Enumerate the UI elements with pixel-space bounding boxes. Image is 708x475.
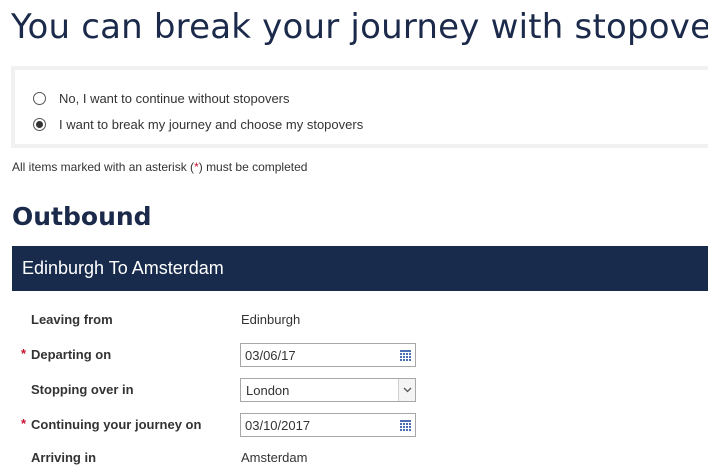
arriving-in-row: Arriving in Amsterdam (12, 446, 708, 470)
stopping-over-label: Stopping over in (31, 382, 134, 397)
continuing-on-label: Continuing your journey on (31, 417, 202, 432)
outbound-section-title: Outbound (12, 202, 152, 231)
radio-selected-dot (36, 120, 43, 128)
stopping-over-row: Stopping over in London (12, 378, 708, 402)
continuing-on-date-field[interactable] (240, 413, 416, 437)
continuing-on-input[interactable] (245, 417, 385, 433)
stopover-options-box: No, I want to continue without stopovers… (11, 66, 708, 148)
required-asterisk: * (21, 416, 27, 431)
calendar-icon[interactable] (400, 420, 411, 431)
departing-on-input[interactable] (245, 347, 385, 363)
chevron-down-icon[interactable] (398, 379, 415, 401)
arriving-in-label: Arriving in (31, 450, 97, 465)
stopover-city-select[interactable]: London (240, 378, 416, 402)
departing-on-label: Departing on (31, 347, 112, 362)
required-note-text-start: All items marked with an asterisk ( (12, 160, 195, 174)
radio-label-choose-stopovers[interactable]: I want to break my journey and choose my… (59, 117, 363, 132)
required-asterisk: * (21, 346, 27, 361)
stopover-city-selected: London (246, 382, 290, 398)
arriving-in-value: Amsterdam (241, 450, 308, 465)
radio-label-no-stopovers[interactable]: No, I want to continue without stopovers (59, 91, 290, 106)
calendar-icon[interactable] (400, 350, 411, 361)
radio-button-no-stopovers[interactable] (33, 91, 46, 105)
outbound-form-panel: Leaving from Edinburgh * Departing on St… (12, 291, 708, 475)
required-note-text-end: ) must be completed (198, 160, 308, 174)
leaving-from-value: Edinburgh (241, 312, 301, 327)
continuing-on-row: * Continuing your journey on (12, 413, 708, 437)
radio-option-no-stopovers[interactable]: No, I want to continue without stopovers (33, 89, 290, 107)
required-fields-note: All items marked with an asterisk (*) mu… (12, 160, 307, 174)
route-header-bar: Edinburgh To Amsterdam (12, 246, 708, 291)
route-title: Edinburgh To Amsterdam (22, 258, 224, 278)
leaving-from-row: Leaving from Edinburgh (12, 308, 708, 332)
radio-option-choose-stopovers[interactable]: I want to break my journey and choose my… (33, 115, 363, 133)
radio-button-choose-stopovers[interactable] (33, 117, 46, 131)
departing-on-row: * Departing on (12, 343, 708, 367)
page-title: You can break your journey with stopover… (11, 7, 708, 47)
leaving-from-label: Leaving from (31, 312, 113, 327)
departing-on-date-field[interactable] (240, 343, 416, 367)
